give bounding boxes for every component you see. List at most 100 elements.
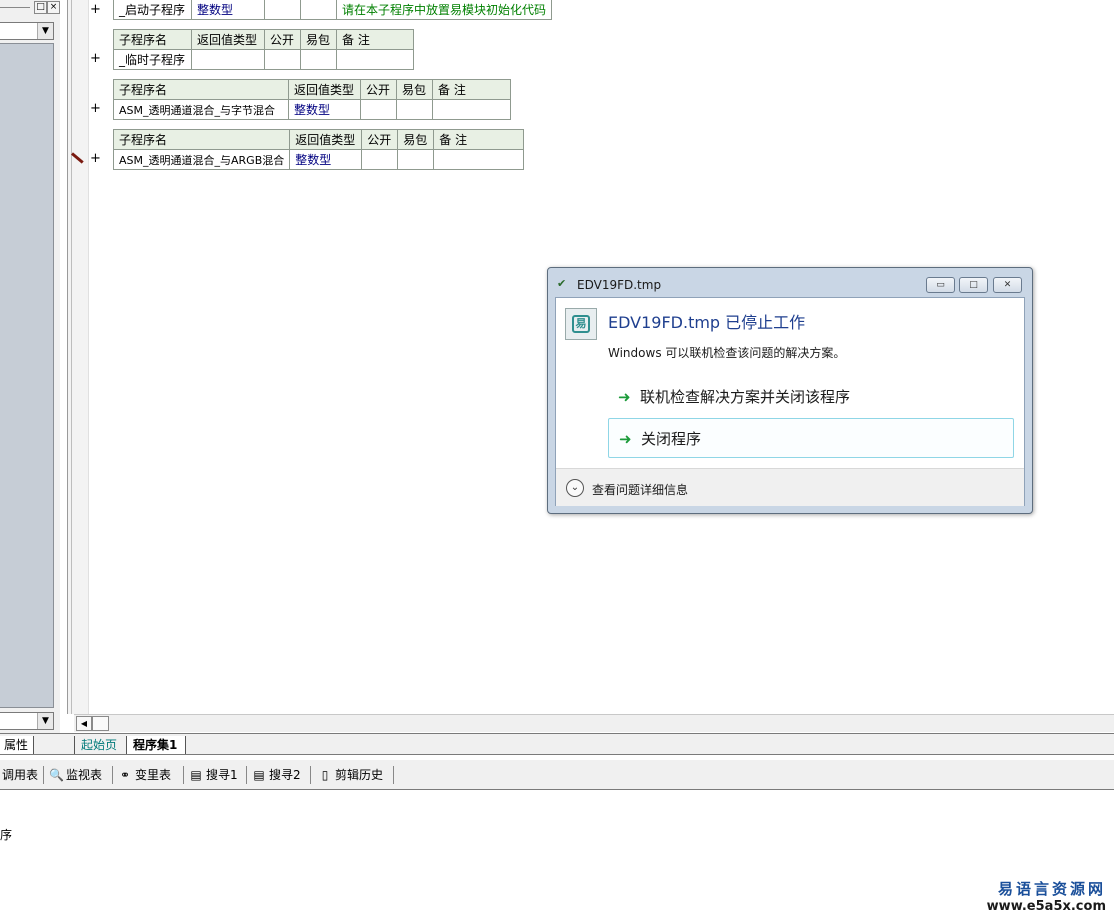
return-type[interactable]: 整数型 [289,149,363,170]
toolbar-separator [43,766,44,784]
public-cell[interactable] [264,49,301,70]
chevron-down-icon[interactable]: ▼ [37,23,53,39]
tab-start-page[interactable]: 起始页 [74,736,121,754]
header-remark: 备 注 [336,29,414,50]
watermark: 易语言资源网 www.e5a5x.com [987,878,1106,914]
scroll-left-icon[interactable]: ◀ [76,716,92,731]
subroutine-table: _启动子程序 整数型 请在本子程序中放置易模块初始化代码 [113,0,553,20]
table-row[interactable]: ASM_透明通道混合_与ARGB混合 整数型 [112,149,525,170]
table-row[interactable]: _启动子程序 整数型 请在本子程序中放置易模块初始化代码 [113,0,553,20]
expand-icon[interactable]: + [90,152,102,166]
variables-icon: ⚭ [119,768,131,782]
remark[interactable] [432,99,511,120]
toolbar-separator [393,766,394,784]
return-type[interactable]: 整数型 [288,99,361,120]
header-return-type: 返回值类型 [191,29,265,50]
bottom-combo[interactable]: ▼ [0,712,54,730]
tabs-bar: 属性 起始页 程序集1 [0,733,1114,755]
search1-label: 搜寻1 [206,768,238,782]
view-details-link[interactable]: 查看问题详细信息 [592,481,688,498]
arrow-right-icon: ➜ [618,388,631,406]
app-icon: 易 [565,308,597,340]
minimize-icon[interactable]: ▭ [926,277,955,293]
bottom-toolbar: 调用表 🔍 监视表 ⚭ 变里表 ▤ 搜寻1 ▤ 搜寻2 ▯ 剪辑历史 [0,760,1114,790]
search2-button[interactable]: ▤ 搜寻2 [252,766,300,784]
subroutine-name[interactable]: ASM_透明通道混合_与ARGB混合 [112,149,291,170]
gripper-line [0,7,30,8]
object-combo[interactable]: ▼ [0,22,54,40]
property-list[interactable] [0,43,54,708]
easy-language-icon: 易 [572,315,590,333]
subroutine-table: 子程序名 返回值类型 公开 易包 备 注 ASM_透明通道混合_与字节混合 整数… [113,79,511,120]
variables-button[interactable]: ⚭ 变里表 [118,766,171,784]
expand-icon[interactable]: + [90,102,102,116]
table-header: 子程序名 返回值类型 公开 易包 备 注 [113,29,414,50]
clip-history-label: 剪辑历史 [335,768,384,782]
subroutine-name[interactable]: ASM_透明通道混合_与字节混合 [113,99,289,120]
easy-pkg-cell[interactable] [396,99,433,120]
subroutine-table: 子程序名 返回值类型 公开 易包 备 注 ASM_透明通道混合_与ARGB混合 … [112,129,525,170]
header-return-type: 返回值类型 [289,129,363,150]
search1-button[interactable]: ▤ 搜寻1 [189,766,238,784]
chevron-down-icon[interactable]: ⌄ [566,479,584,497]
gutter-divider [71,0,72,714]
app-title-icon: ✔ [557,277,567,290]
public-cell[interactable] [264,0,301,20]
easy-pkg-cell[interactable] [397,149,435,170]
dialog-title: EDV19FD.tmp [577,278,662,292]
header-remark: 备 注 [433,129,525,150]
close-program-label: 关闭程序 [641,430,702,448]
toolbar-separator [246,766,247,784]
return-type[interactable]: 整数型 [191,0,265,20]
easy-pkg-cell[interactable] [300,0,337,20]
dialog-titlebar[interactable]: ✔ EDV19FD.tmp ▭ □ ✕ [548,268,1032,296]
tab-properties[interactable]: 属性 [0,736,34,754]
clip-history-button[interactable]: ▯ 剪辑历史 [318,766,383,784]
left-panel: □ × ▼ ▼ [0,0,60,735]
easy-pkg-cell[interactable] [300,49,337,70]
close-program-button[interactable]: ➜ 关闭程序 [608,418,1014,458]
search1-icon: ▤ [190,768,202,782]
close-icon[interactable]: ✕ [993,277,1022,293]
table-header: 子程序名 返回值类型 公开 易包 备 注 [113,79,511,100]
left-panel-topbar: □ × [0,0,60,16]
horizontal-scrollbar[interactable]: ◀ [74,714,1114,732]
maximize-icon[interactable]: □ [959,277,988,293]
toolbar-separator [310,766,311,784]
error-dialog: ✔ EDV19FD.tmp ▭ □ ✕ 易 EDV19FD.tmp 已停止工作 … [547,267,1033,514]
dialog-description: Windows 可以联机检查该问题的解决方案。 [608,346,846,360]
watch-table-button[interactable]: 🔍 监视表 [49,766,102,784]
public-cell[interactable] [361,149,399,170]
expand-icon[interactable]: + [90,3,102,17]
subroutine-name[interactable]: _临时子程序 [113,49,192,70]
chevron-down-icon[interactable]: ▼ [37,713,53,729]
header-public: 公开 [264,29,301,50]
dialog-client: 易 EDV19FD.tmp 已停止工作 Windows 可以联机检查该问题的解决… [555,297,1025,506]
watermark-cn: 易语言资源网 [997,880,1106,898]
table-row[interactable]: ASM_透明通道混合_与字节混合 整数型 [113,99,511,120]
call-table-button[interactable]: 调用表 [2,766,38,784]
header-public: 公开 [361,129,399,150]
check-online-button[interactable]: ➜ 联机检查解决方案并关闭该程序 [608,377,1014,417]
header-public: 公开 [360,79,397,100]
remark[interactable] [336,49,414,70]
table-header: 子程序名 返回值类型 公开 易包 备 注 [112,129,525,150]
tab-program-set[interactable]: 程序集1 [126,736,187,754]
restore-icon[interactable]: □ [34,1,47,14]
return-type[interactable] [191,49,265,70]
remark[interactable] [433,149,525,170]
call-table-label: 调用表 [2,768,39,782]
watch-table-label: 监视表 [66,768,103,782]
header-name: 子程序名 [113,79,289,100]
table-row[interactable]: _临时子程序 [113,49,414,70]
clip-history-icon: ▯ [321,768,329,782]
expand-icon[interactable]: + [90,52,102,66]
subroutine-name[interactable]: _启动子程序 [113,0,192,20]
output-text: 序 [0,828,13,842]
public-cell[interactable] [360,99,397,120]
close-icon[interactable]: × [47,1,60,14]
scroll-thumb[interactable] [92,716,109,731]
dialog-footer: ⌄ 查看问题详细信息 [556,468,1024,506]
remark[interactable]: 请在本子程序中放置易模块初始化代码 [335,0,553,20]
search2-icon: ▤ [253,768,265,782]
